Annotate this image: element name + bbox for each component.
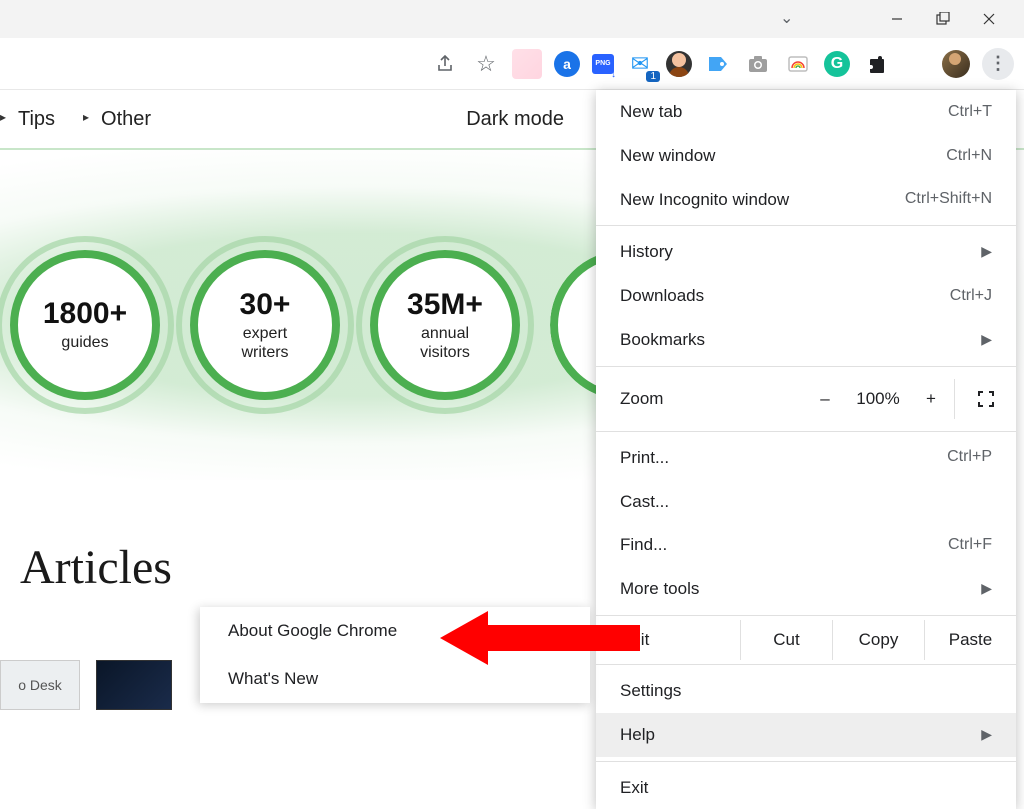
extension-grammarly[interactable]: G xyxy=(824,51,850,77)
menu-settings[interactable]: Settings xyxy=(596,669,1016,713)
menu-label: History xyxy=(620,240,673,264)
menu-label: Zoom xyxy=(620,389,802,409)
minimize-button[interactable] xyxy=(874,3,920,35)
menu-label: Print... xyxy=(620,446,669,470)
profile-avatar[interactable] xyxy=(942,50,970,78)
stat-number: 1800+ xyxy=(43,297,127,331)
menu-shortcut: Ctrl+Shift+N xyxy=(905,188,992,210)
edit-copy-button[interactable]: Copy xyxy=(832,620,924,660)
extension-png[interactable]: PNG xyxy=(592,54,614,74)
extension-tag[interactable] xyxy=(704,50,732,78)
menu-divider xyxy=(596,225,1016,226)
menu-divider xyxy=(596,615,1016,616)
menu-cast[interactable]: Cast... xyxy=(596,480,1016,524)
menu-shortcut: Ctrl+F xyxy=(948,534,992,556)
stat-circle: 1800+ guides xyxy=(10,250,160,400)
menu-label: Exit xyxy=(620,776,648,800)
menu-new-tab[interactable]: New tab Ctrl+T xyxy=(596,90,1016,134)
menu-label: Settings xyxy=(620,679,681,703)
menu-zoom: Zoom – 100% + xyxy=(596,371,1016,427)
star-icon[interactable]: ☆ xyxy=(472,50,500,78)
chrome-menu: New tab Ctrl+T New window Ctrl+N New Inc… xyxy=(596,90,1016,809)
extensions-icon[interactable] xyxy=(862,50,890,78)
zoom-in-button[interactable]: + xyxy=(908,389,954,409)
menu-label: Downloads xyxy=(620,284,704,308)
mail-badge: 1 xyxy=(646,71,660,82)
extension-mail[interactable]: ✉1 xyxy=(626,50,654,78)
window-controls: ⌄ xyxy=(0,0,1024,38)
maximize-button[interactable] xyxy=(920,3,966,35)
stat-label: expert writers xyxy=(241,324,288,362)
menu-label: New window xyxy=(620,144,715,168)
extension-camera[interactable] xyxy=(744,50,772,78)
menu-divider xyxy=(596,366,1016,367)
dark-mode-toggle[interactable]: Dark mode xyxy=(466,108,564,131)
nav-other[interactable]: Other xyxy=(83,108,151,131)
edit-paste-button[interactable]: Paste xyxy=(924,620,1016,660)
article-thumb[interactable]: o Desk xyxy=(0,660,80,710)
stat-number: 30+ xyxy=(240,288,291,322)
menu-bookmarks[interactable]: Bookmarks ▶ xyxy=(596,318,1016,362)
menu-find[interactable]: Find... Ctrl+F xyxy=(596,523,1016,567)
submenu-arrow-icon: ▶ xyxy=(981,579,992,599)
articles-heading: Articles xyxy=(20,540,172,595)
menu-new-incognito[interactable]: New Incognito window Ctrl+Shift+N xyxy=(596,178,1016,222)
fullscreen-button[interactable] xyxy=(954,379,1016,419)
menu-label: Cast... xyxy=(620,490,669,514)
submenu-arrow-icon: ▶ xyxy=(981,242,992,262)
menu-exit[interactable]: Exit xyxy=(596,766,1016,809)
menu-print[interactable]: Print... Ctrl+P xyxy=(596,436,1016,480)
menu-label: New Incognito window xyxy=(620,188,789,212)
article-thumb[interactable] xyxy=(96,660,172,710)
chevron-down-icon[interactable]: ⌄ xyxy=(780,8,793,28)
menu-label: More tools xyxy=(620,577,699,601)
nav-tips[interactable]: Tips xyxy=(0,108,55,131)
extension-rainbow[interactable] xyxy=(784,50,812,78)
extension-avatar[interactable] xyxy=(666,51,692,77)
menu-divider xyxy=(596,664,1016,665)
menu-new-window[interactable]: New window Ctrl+N xyxy=(596,134,1016,178)
stat-label: guides xyxy=(61,333,108,352)
annotation-arrow xyxy=(440,603,640,673)
menu-divider xyxy=(596,761,1016,762)
submenu-arrow-icon: ▶ xyxy=(981,330,992,350)
menu-shortcut: Ctrl+P xyxy=(947,446,992,468)
stat-number: 35M+ xyxy=(407,288,483,322)
menu-label: Find... xyxy=(620,533,667,557)
menu-history[interactable]: History ▶ xyxy=(596,230,1016,274)
menu-shortcut: Ctrl+T xyxy=(948,101,992,123)
menu-edit-row: Edit Cut Copy Paste xyxy=(596,620,1016,660)
menu-label: Help xyxy=(620,723,655,747)
zoom-out-button[interactable]: – xyxy=(802,389,848,409)
edit-cut-button[interactable]: Cut xyxy=(740,620,832,660)
menu-label: What's New xyxy=(228,667,318,691)
menu-shortcut: Ctrl+J xyxy=(950,285,992,307)
menu-shortcut: Ctrl+N xyxy=(946,145,992,167)
zoom-value: 100% xyxy=(848,389,908,409)
sidepanel-icon[interactable] xyxy=(902,50,930,78)
menu-help[interactable]: Help ▶ xyxy=(596,713,1016,757)
menu-divider xyxy=(596,431,1016,432)
menu-label: Bookmarks xyxy=(620,328,705,352)
menu-label: About Google Chrome xyxy=(228,619,397,643)
menu-label: New tab xyxy=(620,100,682,124)
share-icon[interactable] xyxy=(432,50,460,78)
stat-circle: 30+ expert writers xyxy=(190,250,340,400)
extension-a[interactable]: a xyxy=(554,51,580,77)
stat-label: annual visitors xyxy=(420,324,470,362)
close-button[interactable] xyxy=(966,3,1012,35)
chrome-menu-button[interactable]: ⋮ xyxy=(982,48,1014,80)
article-thumbs: o Desk xyxy=(0,660,172,710)
submenu-arrow-icon: ▶ xyxy=(981,725,992,745)
menu-downloads[interactable]: Downloads Ctrl+J xyxy=(596,274,1016,318)
menu-more-tools[interactable]: More tools ▶ xyxy=(596,567,1016,611)
stat-circle: 35M+ annual visitors xyxy=(370,250,520,400)
browser-toolbar: ☆ a PNG ✉1 G ⋮ xyxy=(0,38,1024,90)
extension-pink[interactable] xyxy=(512,49,542,79)
